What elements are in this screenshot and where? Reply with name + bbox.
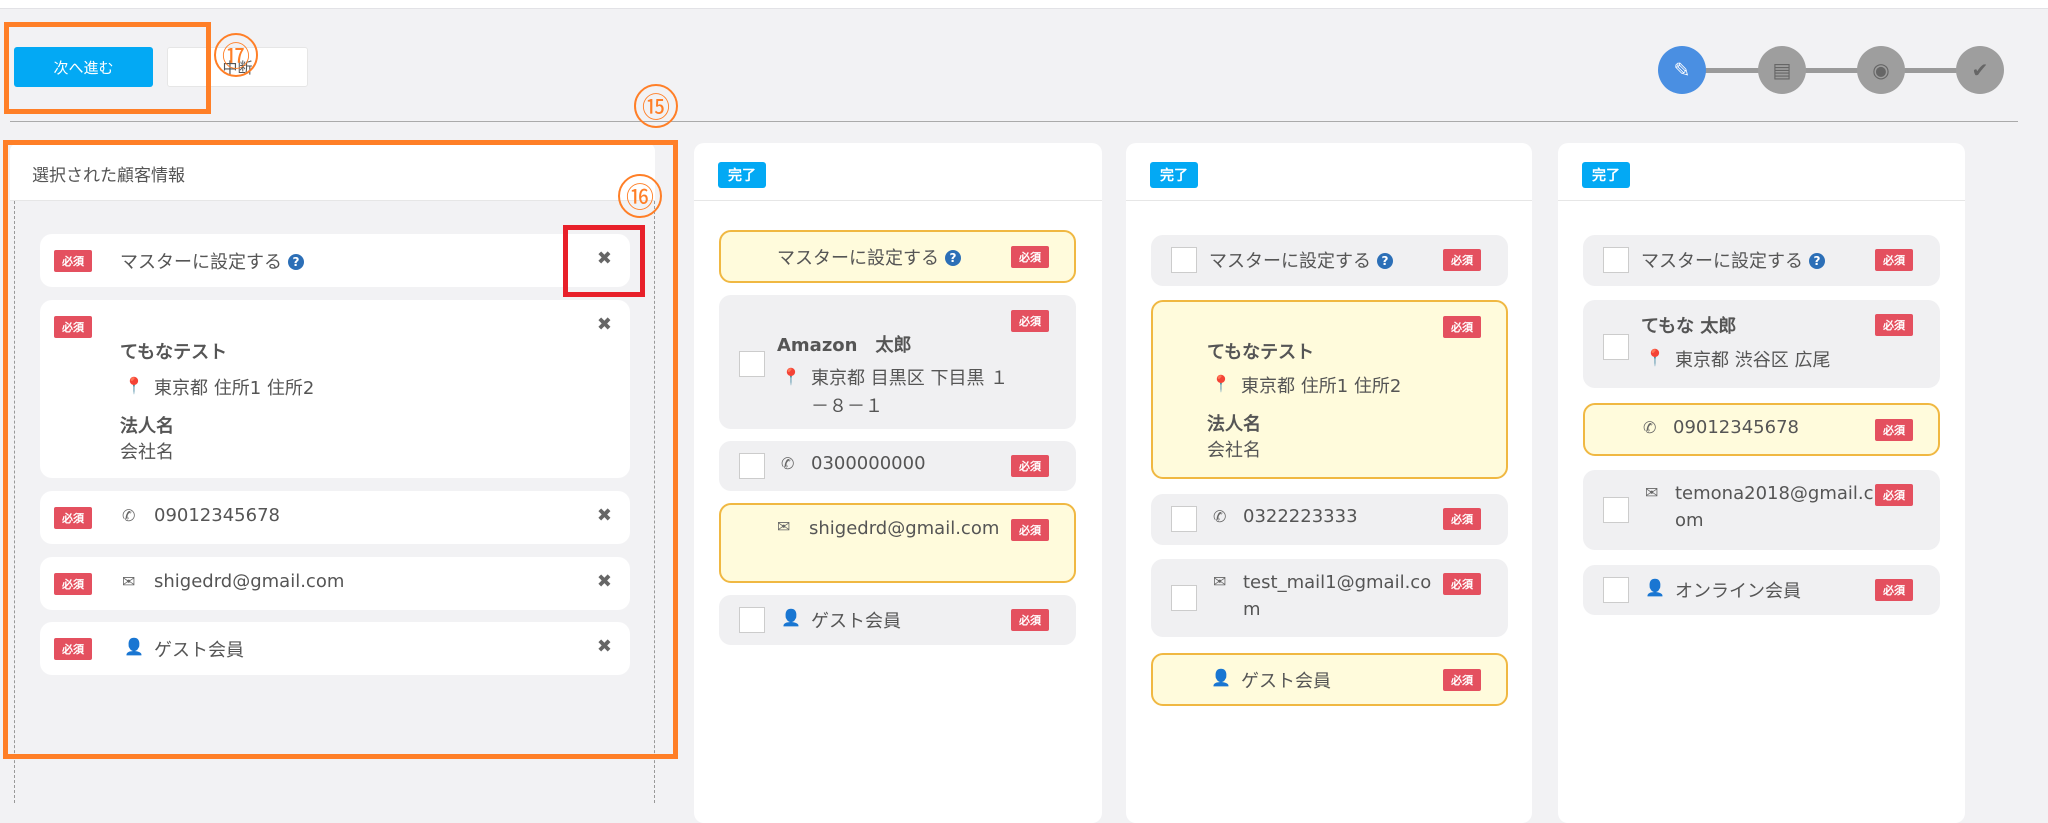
select-checkbox[interactable]	[1171, 247, 1197, 273]
user-icon: 👤	[1211, 668, 1231, 687]
done-badge: 完了	[1582, 162, 1630, 188]
required-badge: 必須	[1875, 484, 1913, 506]
envelope-icon: ✉	[777, 517, 791, 536]
member-row[interactable]: 👤 ゲスト会員 必須	[1151, 653, 1508, 706]
address: 東京都 目黒区 下目黒 １－８－１	[811, 368, 1009, 417]
required-badge: 必須	[1011, 519, 1049, 541]
select-checkbox[interactable]	[1603, 247, 1629, 273]
name-address-row: 必須 Amazon 太郎 📍 東京都 目黒区 下目黒 １－８－１	[719, 295, 1076, 429]
phone: 09012345678	[1673, 417, 1799, 438]
email: temona2018@gmail.com	[1675, 483, 1874, 531]
edit-icon: ✎	[1658, 46, 1706, 94]
phone-icon: ✆	[781, 454, 795, 473]
master-label: マスターに設定する?	[1209, 247, 1393, 273]
required-badge: 必須	[1875, 249, 1913, 271]
annotation-number-17: ⑰	[214, 33, 258, 77]
member-type: ゲスト会員	[1241, 671, 1331, 692]
name-address-row: 必須 てもな 太郎 📍 東京都 渋谷区 広尾	[1583, 300, 1940, 388]
master-label: マスターに設定する?	[1641, 247, 1825, 273]
envelope-icon: ✉	[1645, 483, 1659, 502]
member-type: ゲスト会員	[811, 611, 901, 632]
master-row: マスターに設定する? 必須	[1151, 235, 1508, 286]
required-badge: 必須	[1875, 579, 1913, 601]
done-badge: 完了	[1150, 162, 1198, 188]
required-badge: 必須	[1443, 573, 1481, 595]
member-row: 👤 オンライン会員 必須	[1583, 565, 1940, 615]
annotation-number-15: ⑮	[634, 84, 678, 128]
required-badge: 必須	[1875, 314, 1913, 336]
required-badge: 必須	[1011, 455, 1049, 477]
required-badge: 必須	[1443, 669, 1481, 691]
email: test_mail1@gmail.com	[1243, 572, 1432, 620]
email-row[interactable]: ✉ shigedrd@gmail.com 必須	[719, 503, 1076, 583]
master-label: マスターに設定する?	[777, 244, 961, 270]
phone-icon: ✆	[1213, 507, 1227, 526]
select-checkbox[interactable]	[1603, 577, 1629, 603]
help-icon[interactable]: ?	[1809, 253, 1825, 269]
corp-label: 法人名	[1207, 414, 1261, 435]
customer-name: Amazon 太郎	[777, 335, 912, 356]
master-row: マスターに設定する? 必須	[1583, 235, 1940, 286]
phone: 0300000000	[811, 453, 926, 474]
done-badge: 完了	[718, 162, 766, 188]
annotation-box-16	[563, 225, 645, 297]
envelope-icon: ✉	[1213, 572, 1227, 591]
select-checkbox[interactable]	[1171, 585, 1197, 611]
select-checkbox[interactable]	[739, 453, 765, 479]
candidate-card-1: 完了 マスターに設定する? 必須 必須 Amazon 太郎 📍 東京都 目黒区 …	[694, 143, 1102, 823]
corp-value: 会社名	[1207, 440, 1261, 461]
select-checkbox[interactable]	[739, 607, 765, 633]
required-badge: 必須	[1011, 246, 1049, 268]
member-row: 👤 ゲスト会員 必須	[719, 595, 1076, 645]
eye-icon: ◉	[1857, 46, 1905, 94]
check-icon: ✔	[1956, 46, 2004, 94]
email-row: ✉ test_mail1@gmail.com 必須	[1151, 559, 1508, 637]
divider	[10, 121, 2018, 122]
select-checkbox[interactable]	[1603, 497, 1629, 523]
map-pin-icon: 📍	[781, 367, 801, 386]
user-icon: 👤	[1645, 578, 1665, 597]
select-checkbox[interactable]	[1603, 334, 1629, 360]
map-pin-icon: 📍	[1645, 348, 1665, 367]
help-icon[interactable]: ?	[945, 250, 961, 266]
annotation-number-16: ⑯	[618, 174, 662, 218]
required-badge: 必須	[1443, 508, 1481, 530]
help-icon[interactable]: ?	[1377, 253, 1393, 269]
master-row[interactable]: マスターに設定する? 必須	[719, 230, 1076, 283]
customer-name: てもな 太郎	[1641, 316, 1737, 337]
required-badge: 必須	[1443, 249, 1481, 271]
phone-row: ✆ 0322223333 必須	[1151, 494, 1508, 545]
list-icon: ▤	[1758, 46, 1806, 94]
map-pin-icon: 📍	[1211, 374, 1231, 393]
customer-name: てもなテスト	[1207, 342, 1315, 363]
phone-row: ✆ 0300000000 必須	[719, 441, 1076, 491]
user-icon: 👤	[781, 608, 801, 627]
phone-icon: ✆	[1643, 418, 1657, 437]
address: 東京都 住所1 住所2	[1241, 376, 1402, 397]
email: shigedrd@gmail.com	[809, 518, 1000, 539]
required-badge: 必須	[1875, 419, 1913, 441]
select-checkbox[interactable]	[739, 351, 765, 377]
select-checkbox[interactable]	[1171, 506, 1197, 532]
progress-steps: ✎ ▤ ◉ ✔	[1658, 46, 2006, 94]
required-badge: 必須	[1011, 609, 1049, 631]
required-badge: 必須	[1443, 316, 1481, 338]
annotation-box-17	[4, 22, 211, 114]
member-type: オンライン会員	[1675, 581, 1801, 602]
top-bar	[0, 0, 2048, 9]
email-row: ✉ temona2018@gmail.com 必須	[1583, 470, 1940, 550]
phone-row[interactable]: ✆ 09012345678 必須	[1583, 403, 1940, 456]
candidate-card-3: 完了 マスターに設定する? 必須 必須 てもな 太郎 📍 東京都 渋谷区 広尾 …	[1558, 143, 1965, 823]
candidate-card-2: 完了 マスターに設定する? 必須 必須 てもなテスト 📍 東京都 住所1 住所2…	[1126, 143, 1532, 823]
name-address-row[interactable]: 必須 てもなテスト 📍 東京都 住所1 住所2 法人名 会社名	[1151, 300, 1508, 479]
phone: 0322223333	[1243, 506, 1358, 527]
address: 東京都 渋谷区 広尾	[1675, 350, 1831, 371]
required-badge: 必須	[1011, 310, 1049, 332]
